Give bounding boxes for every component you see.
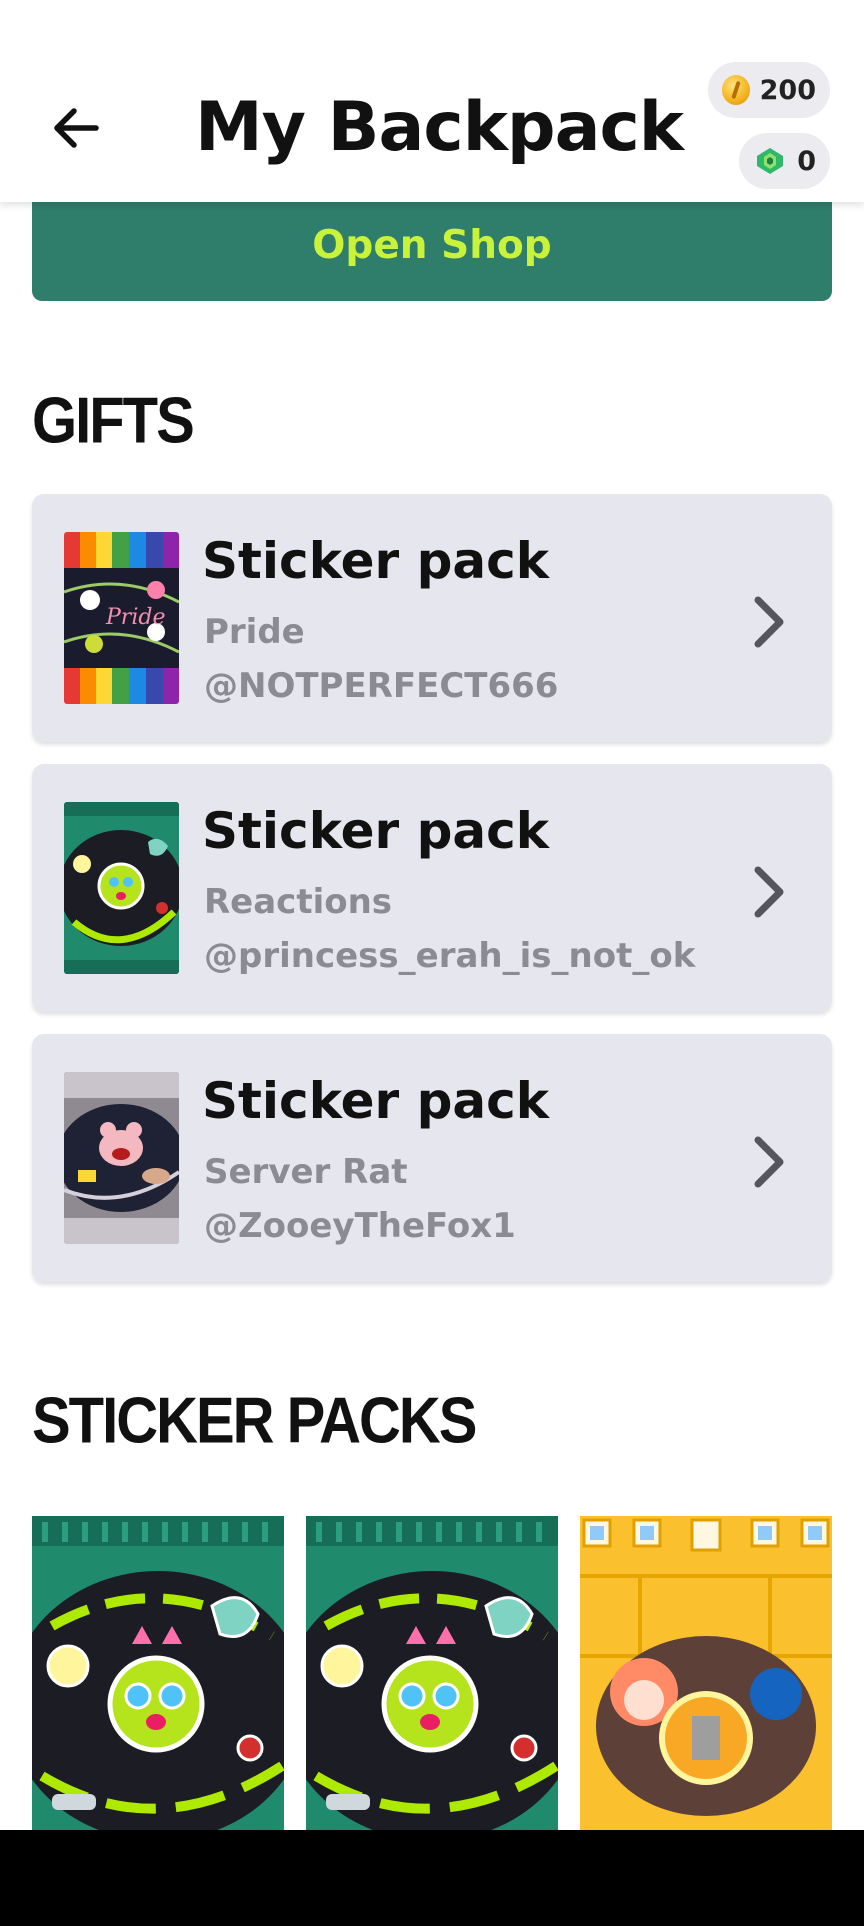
gift-pack-name: Reactions: [204, 882, 393, 922]
gift-sender: @princess_erah_is_not_ok: [204, 936, 696, 976]
pride-pack-thumbnail: Pride: [64, 532, 179, 704]
gift-sender: @ZooeyTheFox1: [204, 1206, 516, 1246]
arrow-left-icon: [54, 108, 99, 148]
gem-balance[interactable]: 0: [739, 133, 830, 189]
gift-item-pride[interactable]: Pride Sticker pack Pride @NOTPERFECT666: [32, 494, 832, 742]
chevron-right-icon: [754, 1136, 784, 1188]
sticker-pack-reactions-1[interactable]: [32, 1516, 284, 1830]
gifts-section-title: GIFTS: [32, 384, 195, 457]
gift-item-reactions[interactable]: Sticker pack Reactions @princess_erah_is…: [32, 764, 832, 1012]
gem-icon: [757, 148, 784, 174]
system-navigation-bar: [0, 1830, 864, 1926]
reactions-pack-thumbnail: [64, 802, 179, 974]
coin-count: 200: [759, 74, 816, 106]
sticker-pack-castle[interactable]: [580, 1516, 832, 1830]
gift-pack-name: Pride: [204, 612, 305, 652]
gift-name: Sticker pack: [202, 1072, 549, 1130]
page-title: My Backpack: [195, 88, 684, 167]
svg-text:Pride: Pride: [105, 605, 165, 630]
gem-count: 0: [797, 145, 816, 177]
coin-balance[interactable]: 200: [707, 62, 830, 118]
chevron-right-icon: [754, 596, 784, 648]
sticker-pack-reactions-2[interactable]: [306, 1516, 558, 1830]
gift-name: Sticker pack: [202, 802, 549, 860]
server-rat-pack-thumbnail: [64, 1072, 179, 1244]
gift-name: Sticker pack: [202, 532, 549, 590]
chevron-right-icon: [754, 866, 784, 918]
gift-item-server-rat[interactable]: Sticker pack Server Rat @ZooeyTheFox1: [32, 1034, 832, 1282]
top-app-bar: My Backpack 200 0: [0, 0, 864, 202]
sticker-packs-section-title: STICKER PACKS: [32, 1384, 477, 1457]
open-shop-button[interactable]: Open Shop: [32, 190, 832, 301]
coin-icon: [721, 75, 750, 105]
gift-sender: @NOTPERFECT666: [204, 666, 559, 706]
gift-pack-name: Server Rat: [204, 1152, 408, 1192]
back-button[interactable]: [44, 96, 108, 160]
